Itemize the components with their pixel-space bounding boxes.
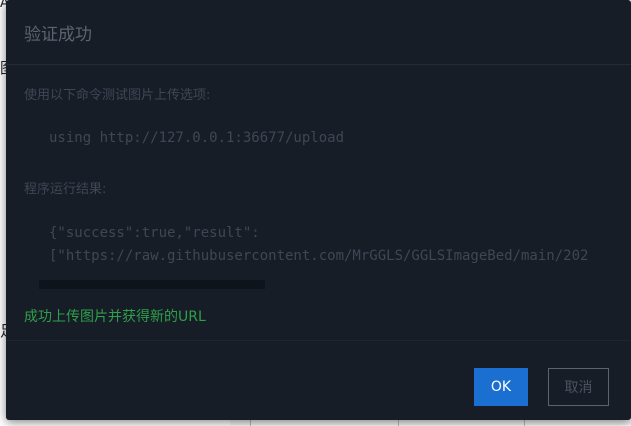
success-message: 成功上传图片并获得新的URL	[24, 309, 206, 325]
ok-button[interactable]: OK	[474, 368, 528, 406]
verify-success-dialog: 验证成功 使用以下命令测试图片上传选项: using http://127.0.…	[6, 0, 631, 420]
result-line: {"success":true,"result":	[49, 225, 260, 241]
cancel-button[interactable]: 取消	[548, 368, 609, 406]
result-line: ["https://raw.githubusercontent.com/MrGG…	[49, 248, 589, 264]
horizontal-scrollbar[interactable]	[39, 280, 265, 289]
command-text: using http://127.0.0.1:36677/upload	[49, 130, 345, 146]
intro-label: 使用以下命令测试图片上传选项:	[24, 88, 211, 103]
dialog-header: 验证成功	[6, 0, 631, 65]
dialog-footer: OK 取消	[6, 340, 631, 420]
result-label: 程序运行结果:	[24, 182, 107, 197]
dialog-title: 验证成功	[24, 25, 92, 45]
